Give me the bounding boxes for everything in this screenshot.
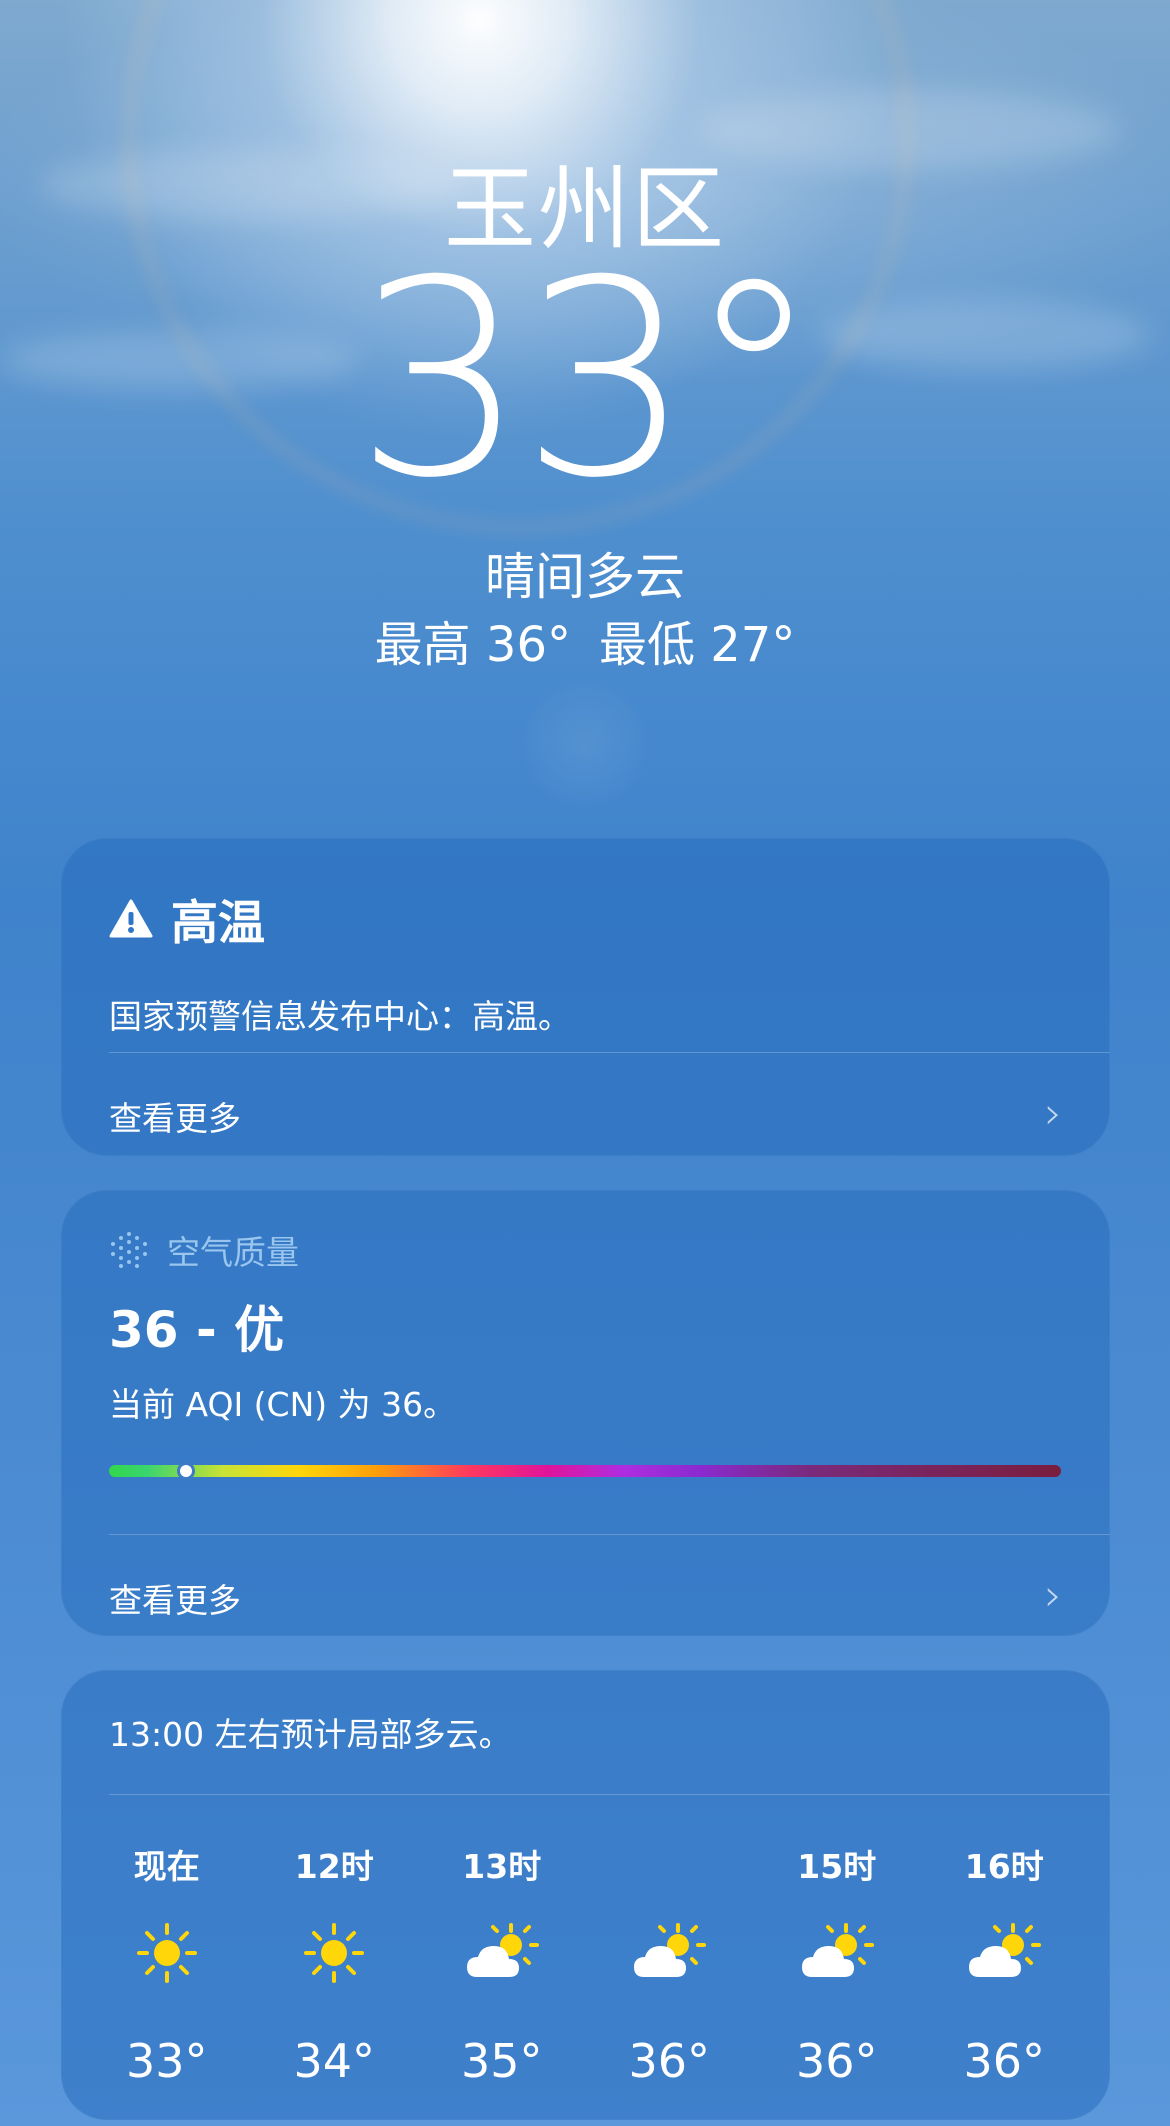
hour-label (586, 1840, 754, 1884)
chevron-right-icon: › (1044, 1570, 1062, 1621)
hour-temp: 35° (460, 2034, 543, 2088)
high-low: 最高 36° 最低 27° (0, 605, 1170, 675)
hour-temp: 34° (293, 2034, 376, 2088)
hour-temp: 36° (628, 2034, 711, 2088)
alert-see-more-button[interactable]: 查看更多 › (109, 1088, 1062, 1140)
air-quality-icon (111, 1232, 147, 1268)
air-quality-see-more-button[interactable]: 查看更多 › (109, 1570, 1062, 1622)
low-temp: 最低 27° (599, 617, 796, 673)
hour-temp: 36° (963, 2034, 1046, 2088)
air-quality-header: 空气质量 (109, 1226, 299, 1274)
hourly-forecast-card[interactable]: 13:00 左右预计局部多云。 现在 33° 12时 34° 13时 35° 3… (61, 1670, 1110, 2120)
high-temp: 最高 36° (374, 617, 571, 673)
sun-icon (251, 1898, 419, 2008)
hour-label: 现在 (133, 1847, 200, 1886)
hour-label: 12时 (294, 1847, 374, 1886)
hour-item: 现在 33° (83, 1840, 251, 2088)
heat-alert-card[interactable]: 高温 国家预警信息发布中心：高温。 查看更多 › (61, 838, 1110, 1156)
see-more-label: 查看更多 (109, 1581, 241, 1620)
alert-title-text: 高温 (171, 896, 265, 951)
hour-label: 16时 (964, 1847, 1044, 1886)
forecast-summary: 13:00 左右预计局部多云。 (109, 1715, 512, 1754)
current-temperature-value: 33° (354, 222, 822, 537)
alert-body: 国家预警信息发布中心：高温。 (109, 997, 571, 1036)
alert-title: 高温 (109, 884, 265, 953)
partly-cloudy-icon (753, 1898, 921, 2008)
hour-label: 15时 (797, 1847, 877, 1886)
partly-cloudy-icon (586, 1898, 754, 2008)
see-more-label: 查看更多 (109, 1099, 241, 1138)
aqi-value: 36 - 优 (109, 1301, 285, 1359)
air-quality-header-text: 空气质量 (167, 1233, 299, 1272)
hour-temp: 33° (125, 2034, 208, 2088)
partly-cloudy-icon (418, 1898, 586, 2008)
lens-flare (520, 680, 650, 810)
air-quality-card[interactable]: 空气质量 36 - 优 当前 AQI (CN) 为 36。 查看更多 › (61, 1190, 1110, 1636)
aqi-indicator (177, 1462, 196, 1480)
partly-cloudy-icon (921, 1898, 1089, 2008)
hour-item: 13时 35° (418, 1840, 586, 2088)
current-temperature: 33° (0, 222, 1170, 537)
sun-icon (83, 1898, 251, 2008)
divider (109, 1534, 1110, 1535)
aqi-scale-bar (109, 1462, 1061, 1480)
hourly-forecast-list: 现在 33° 12时 34° 13时 35° 36° 15时 36° 16时 3… (61, 1840, 1110, 2088)
hour-label: 13时 (462, 1847, 542, 1886)
divider (109, 1794, 1110, 1795)
hour-item: 36° (586, 1840, 754, 2088)
weather-condition: 晴间多云 (485, 548, 685, 606)
hour-item: 16时 36° (921, 1840, 1089, 2088)
hour-temp: 36° (795, 2034, 878, 2088)
hour-item: 15时 36° (753, 1840, 921, 2088)
aqi-description: 当前 AQI (CN) 为 36。 (109, 1385, 457, 1424)
chevron-right-icon: › (1044, 1088, 1062, 1139)
hour-item: 12时 34° (251, 1840, 419, 2088)
divider (109, 1052, 1110, 1053)
warning-icon (109, 899, 153, 937)
